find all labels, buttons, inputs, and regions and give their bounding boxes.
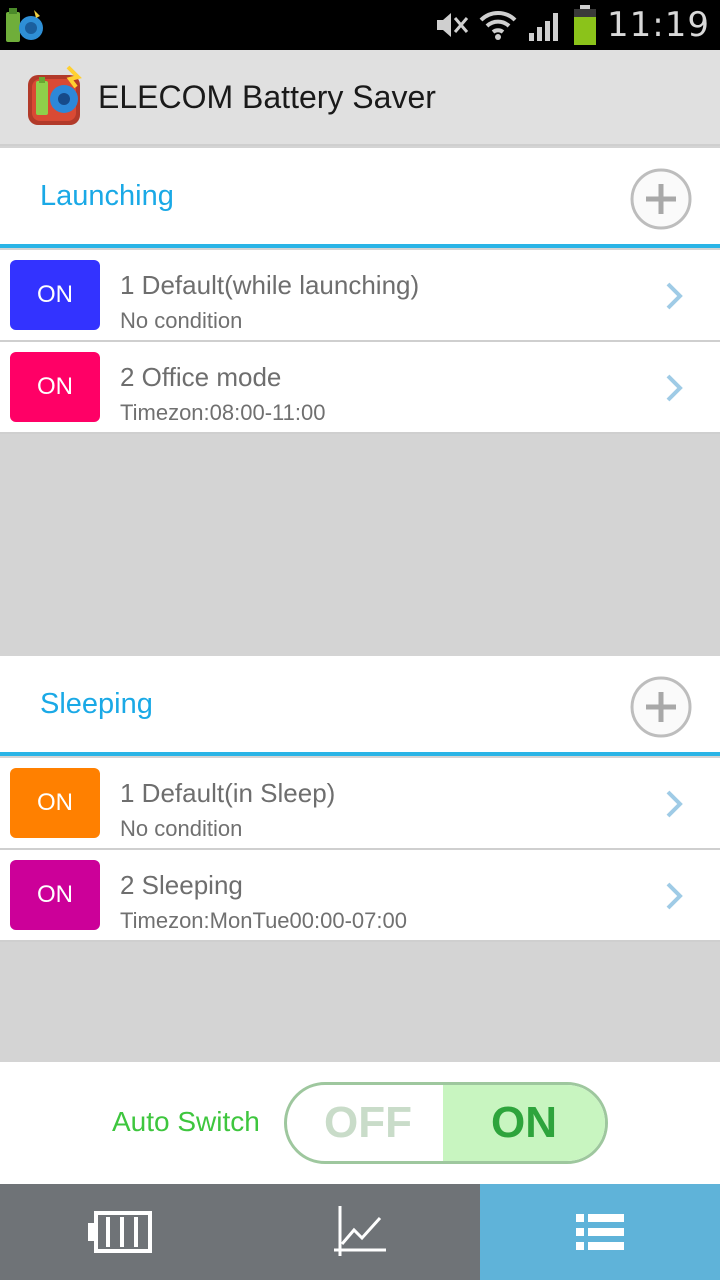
app-notification-icon	[6, 8, 43, 42]
section-header-launching: Launching	[0, 148, 720, 248]
graph-tab-icon	[334, 1206, 386, 1256]
signal-icon	[529, 13, 559, 41]
chevron-right-icon	[666, 790, 683, 818]
list-item[interactable]: ON 2 Sleeping Timezon:MonTue00:00-07:00	[0, 850, 720, 942]
tab-list[interactable]	[480, 1184, 720, 1280]
list-item-title: 1 Default(while launching)	[120, 270, 420, 300]
chevron-right-icon	[666, 374, 683, 402]
section-header-sleeping: Sleeping	[0, 656, 720, 756]
list-item[interactable]: ON 2 Office mode Timezon:08:00-11:00	[0, 342, 720, 434]
action-bar: ELECOM Battery Saver	[0, 50, 720, 146]
add-circle-icon[interactable]	[630, 676, 692, 738]
auto-switch-label: Auto Switch	[112, 1106, 260, 1137]
add-circle-icon[interactable]	[630, 168, 692, 230]
auto-switch-toggle[interactable]: OFF ON	[284, 1082, 608, 1164]
on-badge[interactable]: ON	[10, 260, 100, 330]
list-item-subtitle: Timezon:08:00-11:00	[120, 400, 326, 425]
app-logo-icon	[28, 65, 82, 125]
section-title: Sleeping	[40, 688, 153, 720]
on-badge[interactable]: ON	[10, 768, 100, 838]
list-item[interactable]: ON 1 Default(while launching) No conditi…	[0, 250, 720, 342]
list-tab-icon	[576, 1214, 624, 1250]
toggle-off-label[interactable]: OFF	[287, 1085, 449, 1161]
list-item[interactable]: ON 1 Default(in Sleep) No condition	[0, 758, 720, 850]
battery-tab-icon	[88, 1211, 152, 1253]
list-item-title: 2 Office mode	[120, 362, 282, 392]
bottom-tab-bar	[0, 1184, 720, 1280]
section-title: Launching	[40, 180, 174, 212]
auto-switch-area: Auto Switch OFF ON	[0, 1062, 720, 1184]
tab-battery[interactable]	[0, 1184, 240, 1280]
on-badge[interactable]: ON	[10, 860, 100, 930]
status-bar: 11:19	[0, 0, 720, 50]
list-item-subtitle: Timezon:MonTue00:00-07:00	[120, 908, 407, 933]
status-clock: 11:19	[607, 5, 710, 45]
mute-icon	[437, 13, 469, 37]
battery-icon	[574, 5, 597, 45]
list-item-title: 2 Sleeping	[120, 870, 243, 900]
list-item-subtitle: No condition	[120, 308, 243, 333]
list-item-subtitle: No condition	[120, 816, 243, 841]
wifi-icon	[479, 10, 517, 40]
tab-graph[interactable]	[240, 1184, 480, 1280]
chevron-right-icon	[666, 282, 683, 310]
list-item-title: 1 Default(in Sleep)	[120, 778, 336, 808]
app-title: ELECOM Battery Saver	[98, 78, 436, 115]
on-badge[interactable]: ON	[10, 352, 100, 422]
toggle-on-label[interactable]: ON	[443, 1085, 605, 1161]
chevron-right-icon	[666, 882, 683, 910]
